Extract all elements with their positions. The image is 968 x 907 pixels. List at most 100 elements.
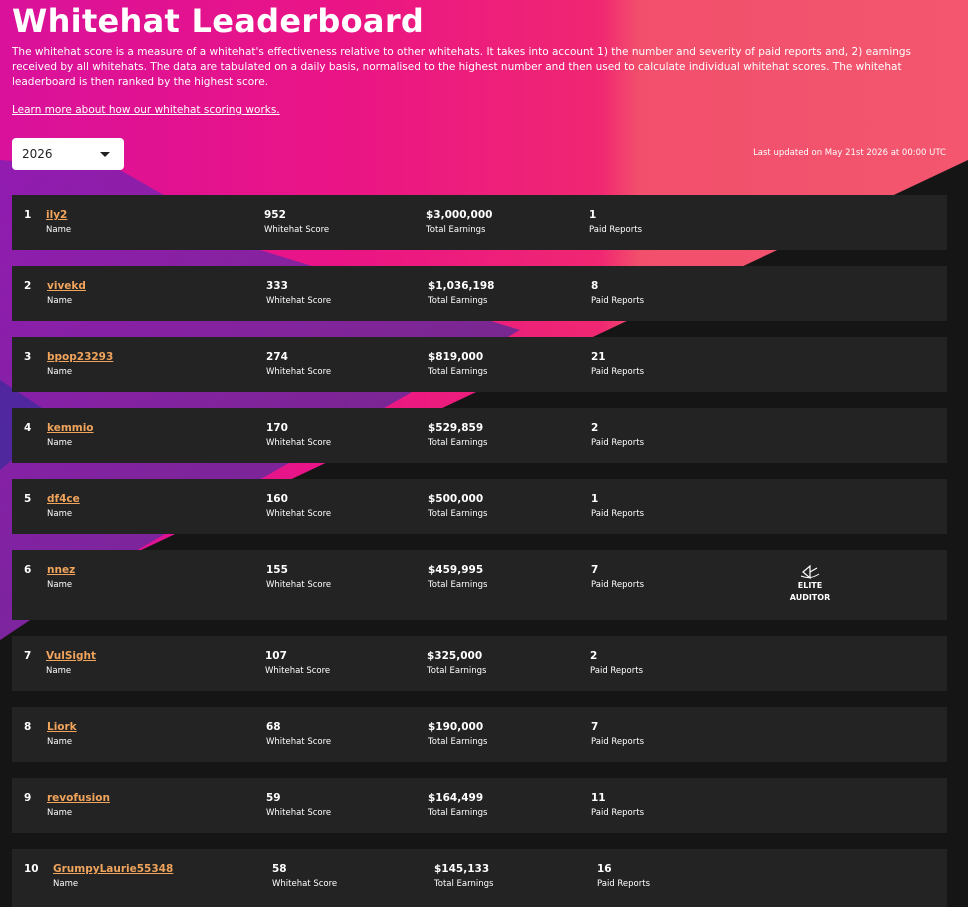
- total-earnings: $164,499: [428, 792, 484, 804]
- row-rank: 6: [24, 564, 32, 576]
- whitehat-score: 952: [264, 209, 286, 221]
- leaderboard-row: 4 kemmio Name 170 Whitehat Score $529,85…: [12, 408, 947, 463]
- reports-label: Paid Reports: [591, 438, 645, 448]
- whitehat-name-link[interactable]: vivekd: [47, 280, 86, 293]
- earnings-cell: $1,036,198 Total Earnings: [428, 280, 494, 307]
- name-label: Name: [53, 879, 79, 889]
- year-select-value: 2026: [22, 147, 53, 161]
- reports-cell: 2 Paid Reports: [591, 422, 644, 449]
- score-label: Whitehat Score: [266, 509, 332, 519]
- paid-reports: 7: [591, 564, 599, 576]
- leaderboard-row: 2 vivekd Name 333 Whitehat Score $1,036,…: [12, 266, 947, 321]
- learn-more-link[interactable]: Learn more about how our whitehat scorin…: [12, 104, 280, 116]
- score-cell: 59 Whitehat Score: [266, 792, 331, 819]
- leaderboard-row: 1 ily2 Name 952 Whitehat Score $3,000,00…: [12, 195, 947, 250]
- reports-label: Paid Reports: [591, 580, 645, 590]
- total-earnings: $145,133: [434, 863, 490, 875]
- name-label: Name: [47, 509, 73, 519]
- row-rank: 10: [24, 863, 39, 875]
- page-title: Whitehat Leaderboard: [12, 2, 425, 40]
- whitehat-score: 59: [266, 792, 281, 804]
- earnings-cell: $459,995 Total Earnings: [428, 564, 487, 591]
- earnings-label: Total Earnings: [428, 509, 488, 519]
- reports-cell: 2 Paid Reports: [590, 650, 643, 677]
- name-cell: bpop23293 Name: [47, 351, 113, 378]
- paid-reports: 2: [591, 422, 599, 434]
- score-cell: 160 Whitehat Score: [266, 493, 331, 520]
- score-cell: 170 Whitehat Score: [266, 422, 331, 449]
- name-label: Name: [47, 367, 73, 377]
- reports-label: Paid Reports: [591, 367, 645, 377]
- total-earnings: $325,000: [427, 650, 483, 662]
- reports-cell: 7 Paid Reports: [591, 721, 644, 748]
- whitehat-name-link[interactable]: nnez: [47, 564, 75, 577]
- whitehat-score: 274: [266, 351, 288, 363]
- leaderboard-row: 5 df4ce Name 160 Whitehat Score $500,000…: [12, 479, 947, 534]
- paid-reports: 8: [591, 280, 599, 292]
- whitehat-name-link[interactable]: GrumpyLaurie55348: [53, 863, 173, 876]
- total-earnings: $819,000: [428, 351, 484, 363]
- reports-cell: 8 Paid Reports: [591, 280, 644, 307]
- row-rank: 2: [24, 280, 32, 292]
- whitehat-name-link[interactable]: revofusion: [47, 792, 110, 805]
- paid-reports: 16: [597, 863, 612, 875]
- whitehat-score: 333: [266, 280, 288, 292]
- leaderboard-description: The whitehat score is a measure of a whi…: [12, 46, 912, 88]
- whitehat-name-link[interactable]: bpop23293: [47, 351, 113, 364]
- row-rank: 4: [24, 422, 32, 434]
- earnings-cell: $164,499 Total Earnings: [428, 792, 487, 819]
- leaderboard-row: 10 GrumpyLaurie55348 Name 58 Whitehat Sc…: [12, 849, 947, 907]
- whitehat-name-link[interactable]: ily2: [46, 209, 71, 222]
- total-earnings: $529,859: [428, 422, 484, 434]
- earnings-label: Total Earnings: [426, 225, 486, 235]
- total-earnings: $1,036,198: [428, 280, 495, 292]
- name-cell: ily2 Name: [46, 209, 71, 236]
- earnings-label: Total Earnings: [427, 666, 487, 676]
- badge-line-2: AUDITOR: [789, 593, 831, 602]
- name-label: Name: [47, 438, 73, 448]
- reports-cell: 21 Paid Reports: [591, 351, 644, 378]
- earnings-cell: $529,859 Total Earnings: [428, 422, 487, 449]
- name-cell: vivekd Name: [47, 280, 86, 307]
- reports-cell: 16 Paid Reports: [597, 863, 650, 890]
- leaderboard-row: 3 bpop23293 Name 274 Whitehat Score $819…: [12, 337, 947, 392]
- whitehat-score: 170: [266, 422, 288, 434]
- reports-label: Paid Reports: [591, 296, 645, 306]
- whitehat-score: 68: [266, 721, 281, 733]
- score-cell: 952 Whitehat Score: [264, 209, 329, 236]
- whitehat-score: 58: [272, 863, 287, 875]
- row-rank: 9: [24, 792, 32, 804]
- reports-label: Paid Reports: [591, 509, 645, 519]
- score-cell: 274 Whitehat Score: [266, 351, 331, 378]
- score-label: Whitehat Score: [272, 879, 338, 889]
- score-label: Whitehat Score: [266, 438, 332, 448]
- name-cell: nnez Name: [47, 564, 75, 591]
- leaderboard-row: 9 revofusion Name 59 Whitehat Score $164…: [12, 778, 947, 833]
- reports-label: Paid Reports: [590, 666, 644, 676]
- score-label: Whitehat Score: [266, 367, 332, 377]
- year-select[interactable]: 2026: [12, 138, 124, 170]
- paid-reports: 11: [591, 792, 606, 804]
- whitehat-name-link[interactable]: df4ce: [47, 493, 80, 506]
- score-cell: 107 Whitehat Score: [265, 650, 330, 677]
- score-cell: 68 Whitehat Score: [266, 721, 331, 748]
- whitehat-score: 107: [265, 650, 287, 662]
- score-label: Whitehat Score: [266, 808, 332, 818]
- reports-cell: 1 Paid Reports: [591, 493, 644, 520]
- earnings-label: Total Earnings: [428, 580, 488, 590]
- total-earnings: $190,000: [428, 721, 484, 733]
- whitehat-name-link[interactable]: kemmio: [47, 422, 94, 435]
- reports-cell: 1 Paid Reports: [589, 209, 642, 236]
- badge-line-1: ELITE: [797, 581, 823, 590]
- paid-reports: 1: [589, 209, 597, 221]
- paid-reports: 1: [591, 493, 599, 505]
- leaderboard-row: 8 Liork Name 68 Whitehat Score $190,000 …: [12, 707, 947, 762]
- whitehat-name-link[interactable]: VulSight: [46, 650, 96, 663]
- score-label: Whitehat Score: [265, 666, 331, 676]
- name-label: Name: [46, 225, 72, 235]
- earnings-cell: $325,000 Total Earnings: [427, 650, 486, 677]
- leaderboard-row: 7 VulSight Name 107 Whitehat Score $325,…: [12, 636, 947, 691]
- whitehat-name-link[interactable]: Liork: [47, 721, 77, 734]
- name-cell: GrumpyLaurie55348 Name: [53, 863, 173, 890]
- earnings-cell: $3,000,000 Total Earnings: [426, 209, 492, 236]
